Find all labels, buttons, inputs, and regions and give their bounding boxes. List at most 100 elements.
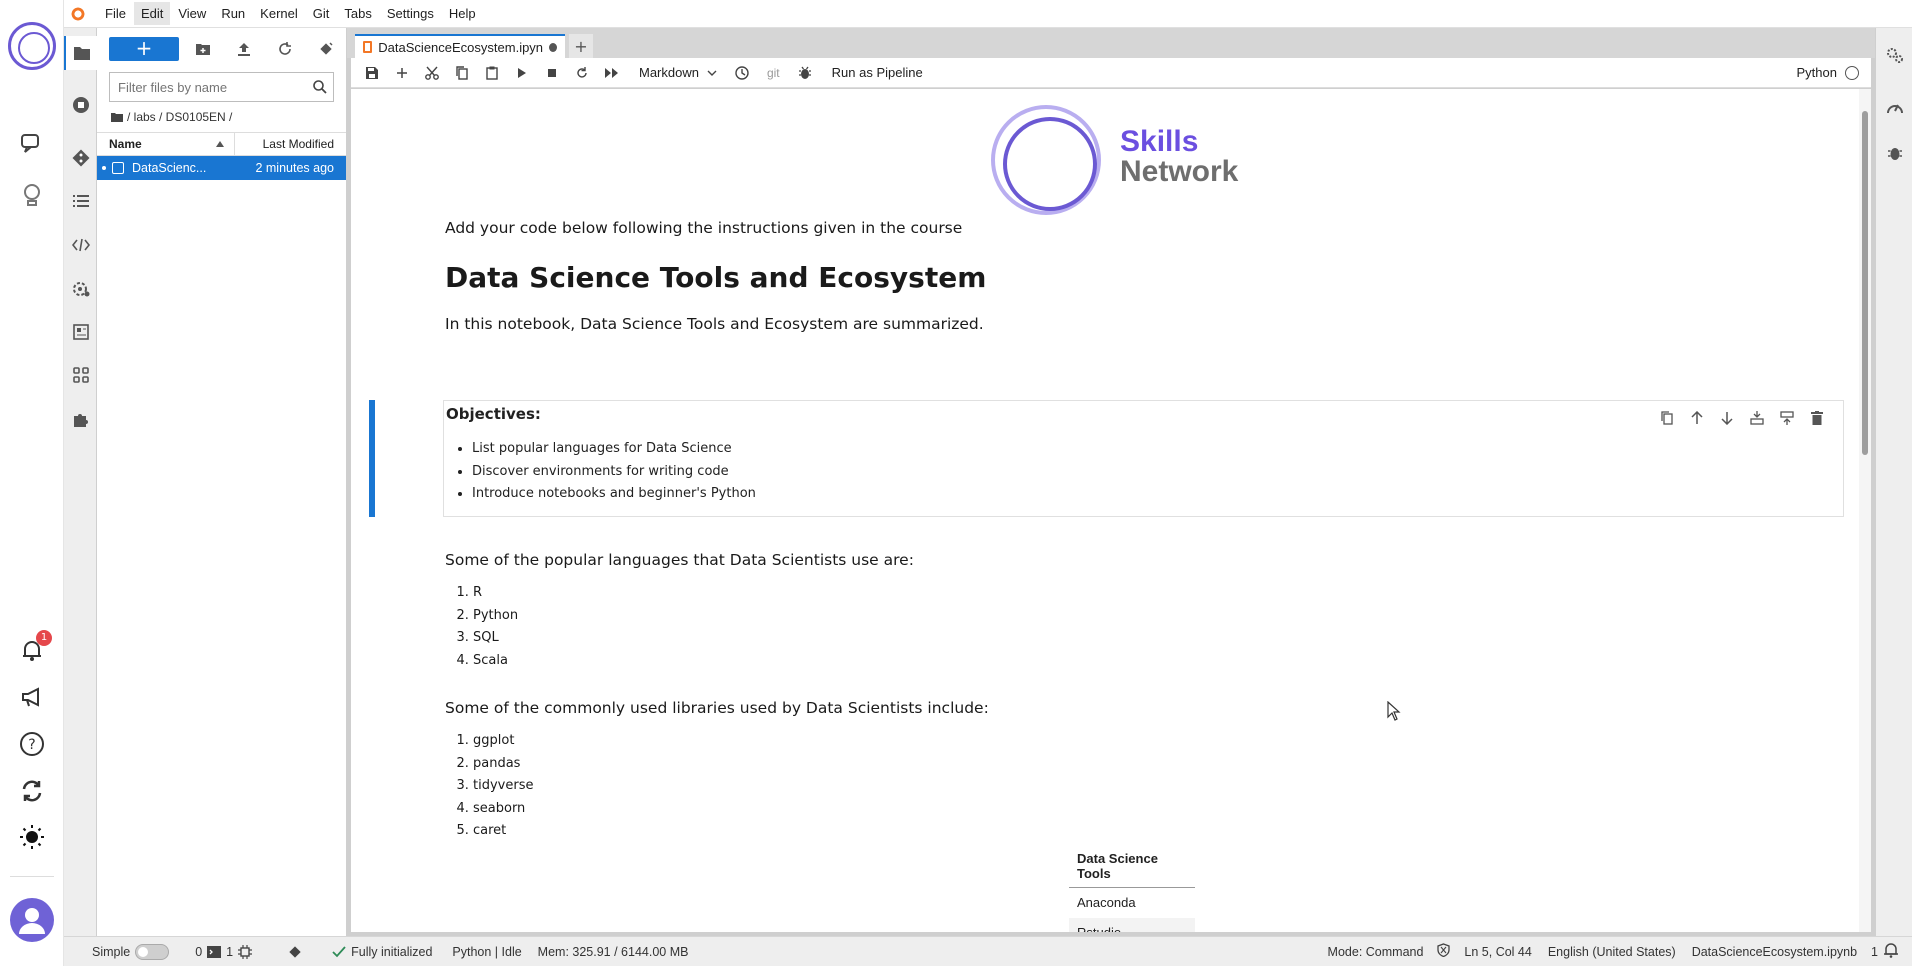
upload-icon[interactable] — [224, 37, 265, 61]
theme-toggle-icon[interactable] — [16, 821, 48, 853]
user-avatar[interactable] — [10, 898, 54, 942]
name-column-header[interactable]: Name — [97, 133, 235, 155]
cell-type-label: Markdown — [639, 65, 699, 80]
terminal-icon — [207, 945, 222, 958]
paste-icon[interactable] — [477, 61, 507, 85]
skills-network-logo-icon[interactable] — [8, 22, 56, 70]
active-cell-indicator[interactable] — [369, 400, 375, 517]
kernel-name: Python — [1796, 65, 1837, 80]
file-list-item[interactable]: DataScienc... 2 minutes ago — [97, 156, 346, 180]
list-item: tidyverse — [473, 775, 533, 798]
resource-usage-gauge-icon[interactable] — [1876, 90, 1912, 124]
interrupt-kernel-icon[interactable] — [537, 61, 567, 85]
restart-kernel-icon[interactable] — [567, 61, 597, 85]
run-as-pipeline-button[interactable]: Run as Pipeline — [820, 65, 923, 80]
menu-settings[interactable]: Settings — [380, 2, 441, 25]
kernel-indicator[interactable]: Python — [1797, 65, 1871, 80]
extension-manager-tab[interactable] — [64, 402, 97, 436]
run-cell-icon[interactable] — [507, 61, 537, 85]
terminals-indicator[interactable]: 0 1 — [195, 944, 253, 959]
property-inspector-tab[interactable] — [64, 272, 97, 306]
simple-mode-toggle[interactable] — [135, 943, 170, 960]
code-snippets-tab[interactable] — [64, 228, 97, 262]
checkmark-icon — [332, 945, 346, 957]
megaphone-icon[interactable] — [16, 681, 48, 713]
lsp-status[interactable]: Fully initialized — [332, 945, 432, 959]
notebook-toolbar: Markdown git Run as Pipeline Python — [351, 58, 1871, 88]
folder-icon[interactable] — [111, 112, 123, 122]
notebook-icon — [112, 162, 124, 174]
cursor-position[interactable]: Ln 5, Col 44 — [1464, 945, 1531, 959]
refresh-icon[interactable] — [16, 775, 48, 807]
jupyter-logo-icon — [70, 5, 86, 22]
delete-cell-icon[interactable] — [1805, 407, 1829, 429]
new-tab-button[interactable]: + — [569, 34, 593, 58]
unsaved-indicator-icon[interactable] — [549, 42, 557, 52]
file-browser-tab[interactable] — [64, 36, 97, 70]
new-folder-icon[interactable] — [183, 37, 224, 61]
insert-cell-below-icon[interactable] — [1775, 407, 1799, 429]
save-icon[interactable] — [357, 61, 387, 85]
menu-kernel[interactable]: Kernel — [253, 2, 305, 25]
help-icon[interactable]: ? — [16, 728, 48, 760]
copy-icon[interactable] — [447, 61, 477, 85]
trust-shield-icon[interactable] — [1437, 943, 1451, 960]
chat-icon[interactable] — [16, 128, 48, 160]
git-clone-icon[interactable] — [305, 37, 346, 61]
menu-edit[interactable]: Edit — [133, 2, 171, 25]
languages-list: R Python SQL Scala — [445, 582, 518, 672]
lightbulb-icon[interactable] — [16, 180, 48, 212]
insert-cell-above-icon[interactable] — [1745, 407, 1769, 429]
property-inspector-gears-icon[interactable] — [1876, 38, 1912, 72]
scrollbar-thumb[interactable] — [1862, 111, 1868, 455]
breadcrumb-path[interactable]: / labs / DS0105EN / — [127, 110, 232, 124]
metadata-tab[interactable] — [64, 315, 97, 349]
notebook-tab[interactable]: DataScienceEcosystem.ipyn — [355, 34, 565, 58]
bell-icon[interactable] — [1884, 942, 1898, 961]
refresh-files-icon[interactable] — [264, 37, 305, 61]
list-item: Python — [473, 605, 518, 628]
table-of-contents-tab[interactable] — [64, 184, 97, 218]
terminal-count: 0 — [195, 944, 203, 959]
kernel-status[interactable]: Python | Idle — [452, 945, 521, 959]
extensions-catalog-tab[interactable] — [64, 358, 97, 392]
move-cell-down-icon[interactable] — [1715, 407, 1739, 429]
kernel-count: 1 — [226, 944, 234, 959]
git-tab[interactable] — [64, 141, 97, 175]
menu-tabs[interactable]: Tabs — [337, 2, 378, 25]
simple-mode-switch[interactable]: Simple — [92, 943, 170, 960]
notification-badge: 1 — [36, 630, 52, 646]
menu-git[interactable]: Git — [306, 2, 337, 25]
cut-icon[interactable] — [417, 61, 447, 85]
last-modified-column-header[interactable]: Last Modified — [235, 137, 346, 151]
debugger-bug-icon[interactable] — [790, 61, 820, 85]
restart-run-all-icon[interactable] — [597, 61, 627, 85]
running-sessions-tab[interactable] — [64, 88, 97, 122]
move-cell-up-icon[interactable] — [1685, 407, 1709, 429]
git-status-icon[interactable] — [288, 945, 302, 959]
insert-cell-icon[interactable] — [387, 61, 417, 85]
duplicate-cell-icon[interactable] — [1655, 407, 1679, 429]
kernel-status-idle-icon — [1845, 65, 1859, 80]
menu-file[interactable]: File — [98, 2, 133, 25]
left-sidebar-tabs — [64, 28, 97, 936]
menu-help[interactable]: Help — [442, 2, 483, 25]
logo-text-skills: Skills — [1120, 125, 1199, 158]
list-item: Introduce notebooks and beginner's Pytho… — [472, 483, 756, 506]
notebook-scrollbar[interactable] — [1859, 89, 1871, 932]
debugger-icon[interactable] — [1876, 136, 1912, 170]
git-diff-button[interactable]: git — [757, 66, 790, 80]
menu-view[interactable]: View — [171, 2, 213, 25]
clock-icon[interactable] — [727, 61, 757, 85]
file-search-input[interactable] — [118, 79, 298, 95]
file-name: DataScienc... — [132, 161, 207, 175]
menu-run[interactable]: Run — [214, 2, 252, 25]
objectives-cell[interactable]: Objectives: List popular languages for D… — [443, 400, 1844, 517]
new-launcher-button[interactable]: + — [109, 37, 179, 61]
notifications-icon[interactable]: 1 — [16, 630, 52, 666]
name-column-label: Name — [109, 137, 142, 151]
table-header: Data Science Tools — [1069, 845, 1195, 888]
language-indicator[interactable]: English (United States) — [1548, 945, 1676, 959]
cell-type-dropdown[interactable]: Markdown — [627, 65, 727, 80]
notification-count: 1 — [1871, 944, 1878, 959]
